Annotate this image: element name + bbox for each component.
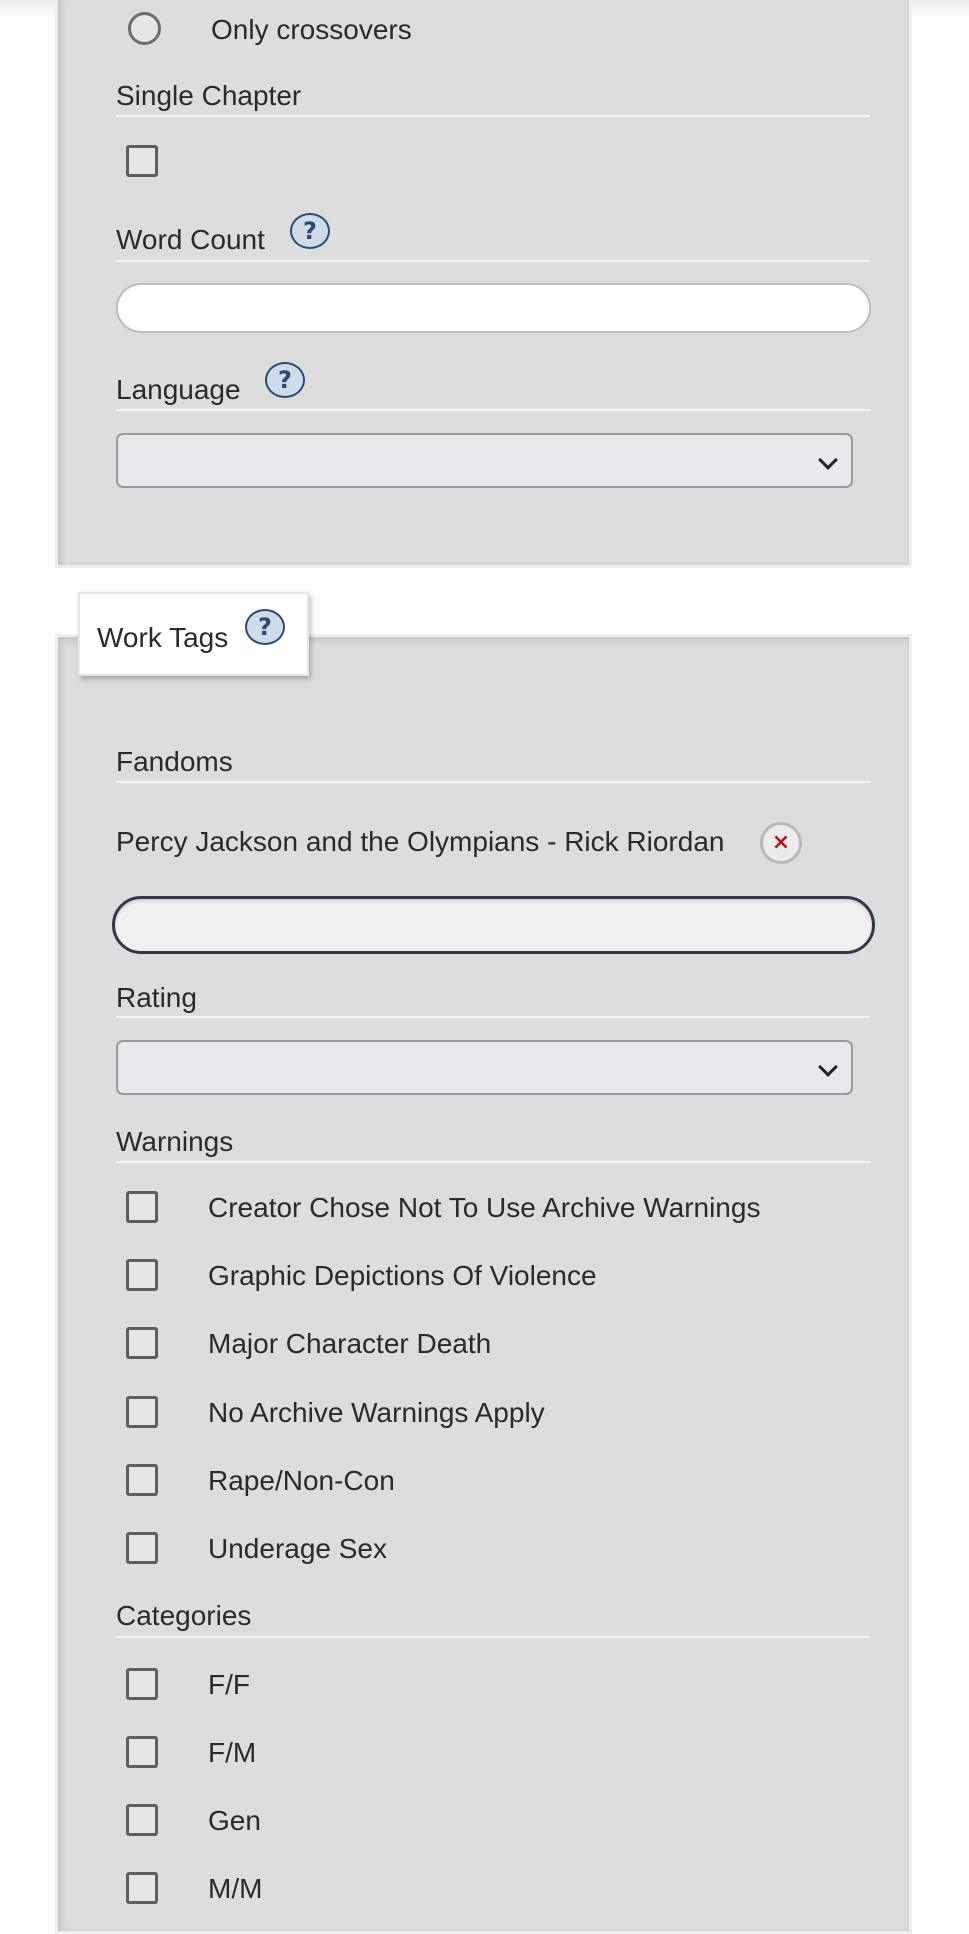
divider [116,260,870,262]
word-count-help-icon[interactable]: ? [290,213,330,249]
warning-checkbox[interactable] [126,1191,158,1223]
category-option-label: F/F [208,1669,250,1700]
warning-checkbox[interactable] [126,1327,158,1359]
divider [116,115,870,117]
language-label: Language [116,374,241,405]
selected-fandom-tag: Percy Jackson and the Olympians - Rick R… [116,826,725,857]
category-checkbox[interactable] [126,1872,158,1904]
chevron-down-icon [818,450,838,470]
divider [116,781,870,783]
rating-select[interactable] [116,1040,853,1095]
work-tags-help-icon[interactable]: ? [245,609,285,645]
language-select[interactable] [116,433,853,488]
warning-checkbox[interactable] [126,1532,158,1564]
rating-label: Rating [116,982,197,1013]
warning-option-label: No Archive Warnings Apply [208,1397,545,1428]
warning-option-label: Rape/Non-Con [208,1465,395,1496]
category-checkbox[interactable] [126,1736,158,1768]
word-count-label: Word Count [116,224,265,255]
single-chapter-checkbox[interactable] [126,145,158,177]
category-option-label: Gen [208,1805,261,1836]
only-crossovers-label: Only crossovers [211,14,412,45]
warning-checkbox[interactable] [126,1464,158,1496]
fandom-autocomplete-input[interactable] [112,896,875,954]
warning-checkbox[interactable] [126,1259,158,1291]
chevron-down-icon [818,1057,838,1077]
warning-option-label: Underage Sex [208,1533,388,1564]
work-tags-title: Work Tags [97,622,229,653]
work-tags-legend: Work Tags ? [78,592,309,676]
category-option-label: F/M [208,1737,257,1768]
category-checkbox[interactable] [126,1804,158,1836]
category-option-label: M/M [208,1873,263,1904]
divider [116,409,870,411]
warning-option-label: Graphic Depictions Of Violence [208,1260,597,1291]
warnings-label: Warnings [116,1126,234,1157]
fandoms-label: Fandoms [116,746,233,777]
warning-option-label: Creator Chose Not To Use Archive Warning… [208,1192,761,1223]
language-help-icon[interactable]: ? [265,362,305,398]
warning-checkbox[interactable] [126,1396,158,1428]
remove-fandom-icon[interactable]: × [760,822,802,864]
word-count-input[interactable] [116,283,871,333]
only-crossovers-radio[interactable] [128,12,161,45]
warning-option-label: Major Character Death [208,1328,492,1359]
single-chapter-label: Single Chapter [116,80,302,111]
divider [116,1016,870,1018]
divider [116,1636,870,1638]
categories-label: Categories [116,1600,252,1631]
category-checkbox[interactable] [126,1668,158,1700]
divider [116,1161,870,1163]
